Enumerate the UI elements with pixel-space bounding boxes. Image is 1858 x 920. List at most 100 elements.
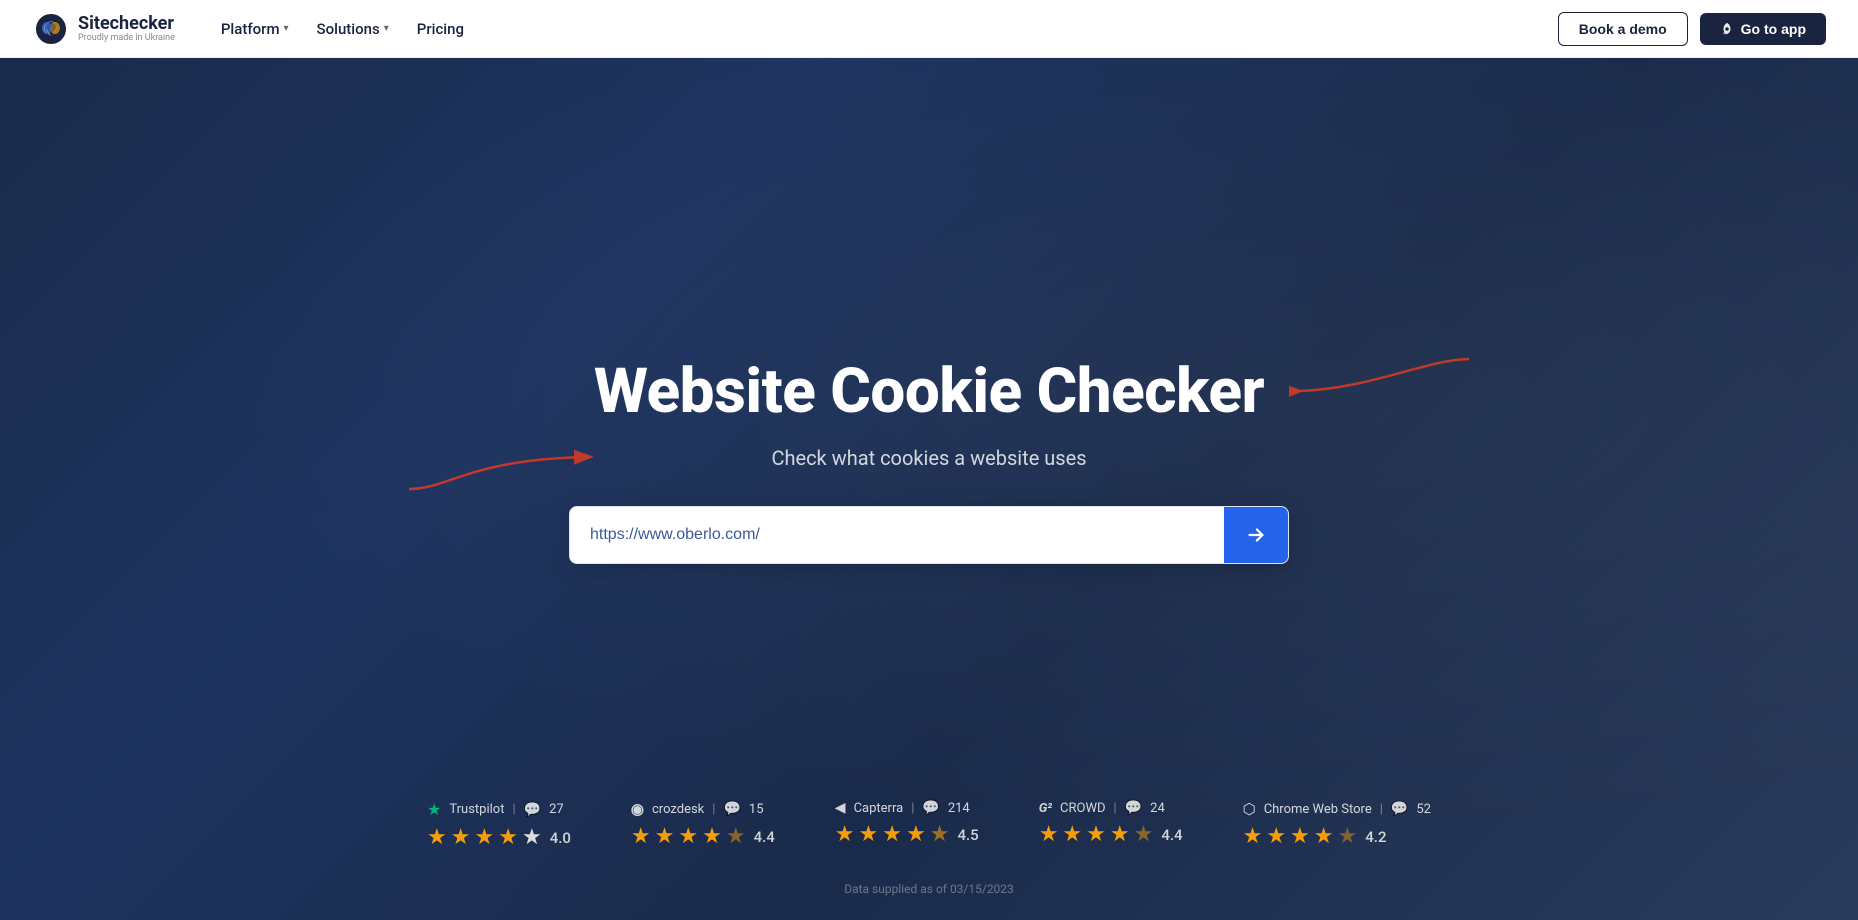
star-3: ★ [882, 822, 902, 847]
trustpilot-count: 27 [549, 802, 564, 817]
nav-links: Platform ▾ Solutions ▾ Pricing [211, 14, 474, 44]
star-empty: ★ [522, 825, 542, 850]
g2crowd-score: 4.4 [1161, 826, 1182, 844]
star-3: ★ [1086, 822, 1106, 847]
star-1: ★ [1243, 824, 1263, 849]
star-2: ★ [1062, 822, 1082, 847]
divider: | [1380, 802, 1383, 817]
star-4: ★ [498, 825, 518, 850]
star-4: ★ [906, 822, 926, 847]
star-half: ★ [930, 822, 950, 847]
star-3: ★ [1290, 824, 1310, 849]
arrow-right-icon [1245, 524, 1267, 546]
logo-text: Sitechecker Proudly made in Ukraine [78, 14, 175, 44]
trustpilot-icon: ★ [427, 800, 441, 819]
star-2: ★ [451, 825, 471, 850]
g2crowd-label: CROWD [1060, 801, 1105, 816]
logo-icon [32, 10, 70, 48]
nav-solutions[interactable]: Solutions ▾ [307, 14, 399, 44]
hero-title: Website Cookie Checker [594, 355, 1264, 428]
logo-name: Sitechecker [78, 14, 175, 34]
trustpilot-label: Trustpilot [449, 802, 504, 817]
navbar-right: Book a demo Go to app [1558, 12, 1826, 46]
rating-g2crowd-header: G² CROWD | 💬 24 [1039, 800, 1165, 816]
rating-capterra-header: ◀ Capterra | 💬 214 [835, 800, 970, 816]
star-4: ★ [1314, 824, 1334, 849]
rating-g2crowd: G² CROWD | 💬 24 ★ ★ ★ ★ ★ 4.4 [1039, 800, 1183, 850]
right-arrow-decoration [1289, 349, 1489, 429]
search-submit-button[interactable] [1224, 507, 1288, 563]
chrome-count: 52 [1416, 802, 1431, 817]
crozdesk-score: 4.4 [754, 828, 775, 846]
navbar: Sitechecker Proudly made in Ukraine Plat… [0, 0, 1858, 58]
star-half: ★ [726, 824, 746, 849]
star-1: ★ [427, 825, 447, 850]
divider: | [911, 801, 914, 816]
chat-icon: 💬 [723, 801, 740, 817]
nav-pricing[interactable]: Pricing [407, 14, 474, 44]
logo[interactable]: Sitechecker Proudly made in Ukraine [32, 10, 175, 48]
trustpilot-stars: ★ ★ ★ ★ ★ 4.0 [427, 825, 571, 850]
star-1: ★ [1039, 822, 1059, 847]
crozdesk-label: crozdesk [652, 802, 704, 817]
chrome-icon: ⬡ [1243, 800, 1256, 818]
chat-icon: 💬 [922, 800, 939, 816]
chrome-stars: ★ ★ ★ ★ ★ 4.2 [1243, 824, 1387, 849]
chrome-score: 4.2 [1365, 828, 1386, 846]
star-2: ★ [1266, 824, 1286, 849]
capterra-stars: ★ ★ ★ ★ ★ 4.5 [835, 822, 979, 847]
star-half: ★ [1338, 824, 1358, 849]
capterra-icon: ◀ [835, 800, 846, 816]
g2crowd-count: 24 [1150, 801, 1165, 816]
go-to-app-label: Go to app [1741, 21, 1806, 37]
g2crowd-stars: ★ ★ ★ ★ ★ 4.4 [1039, 822, 1183, 847]
rating-crozdesk-header: ◉ crozdesk | 💬 15 [631, 800, 764, 818]
data-note: Data supplied as of 03/15/2023 [0, 882, 1858, 896]
hero-content: Website Cookie Checker Check what cookie… [569, 355, 1289, 564]
search-container [569, 506, 1289, 564]
divider: | [712, 802, 715, 817]
capterra-label: Capterra [854, 801, 904, 816]
book-demo-button[interactable]: Book a demo [1558, 12, 1688, 46]
chat-icon: 💬 [1125, 800, 1142, 816]
chrome-label: Chrome Web Store [1264, 802, 1372, 817]
star-1: ★ [631, 824, 651, 849]
crozdesk-icon: ◉ [631, 800, 644, 818]
divider: | [1114, 801, 1117, 816]
rocket-icon [1720, 22, 1734, 36]
chevron-down-icon: ▾ [384, 23, 389, 34]
crozdesk-stars: ★ ★ ★ ★ ★ 4.4 [631, 824, 775, 849]
g2-icon: G² [1039, 801, 1052, 816]
chevron-down-icon: ▾ [284, 23, 289, 34]
hero-section: Website Cookie Checker Check what cookie… [0, 58, 1858, 920]
rating-crozdesk: ◉ crozdesk | 💬 15 ★ ★ ★ ★ ★ 4.4 [631, 800, 775, 850]
rating-chrome-header: ⬡ Chrome Web Store | 💬 52 [1243, 800, 1431, 818]
capterra-count: 214 [948, 801, 970, 816]
star-4: ★ [702, 824, 722, 849]
chat-icon: 💬 [1391, 801, 1408, 817]
capterra-score: 4.5 [957, 826, 978, 844]
star-3: ★ [474, 825, 494, 850]
star-2: ★ [655, 824, 675, 849]
hero-subtitle: Check what cookies a website uses [771, 446, 1086, 470]
star-1: ★ [835, 822, 855, 847]
star-half: ★ [1134, 822, 1154, 847]
ratings-section: ★ Trustpilot | 💬 27 ★ ★ ★ ★ ★ 4.0 ◉ croz… [0, 800, 1858, 850]
rating-trustpilot: ★ Trustpilot | 💬 27 ★ ★ ★ ★ ★ 4.0 [427, 800, 571, 850]
left-arrow-decoration [389, 419, 609, 499]
trustpilot-score: 4.0 [550, 829, 571, 847]
divider: | [512, 802, 515, 817]
go-to-app-button[interactable]: Go to app [1700, 13, 1826, 45]
chat-icon: 💬 [524, 802, 541, 818]
nav-pricing-label: Pricing [417, 20, 464, 38]
crozdesk-count: 15 [749, 802, 764, 817]
logo-tagline: Proudly made in Ukraine [78, 33, 175, 43]
star-2: ★ [859, 822, 879, 847]
nav-platform-label: Platform [221, 20, 280, 38]
star-4: ★ [1110, 822, 1130, 847]
star-3: ★ [678, 824, 698, 849]
navbar-left: Sitechecker Proudly made in Ukraine Plat… [32, 10, 474, 48]
nav-platform[interactable]: Platform ▾ [211, 14, 299, 44]
url-search-input[interactable] [570, 510, 1224, 560]
search-box [569, 506, 1289, 564]
